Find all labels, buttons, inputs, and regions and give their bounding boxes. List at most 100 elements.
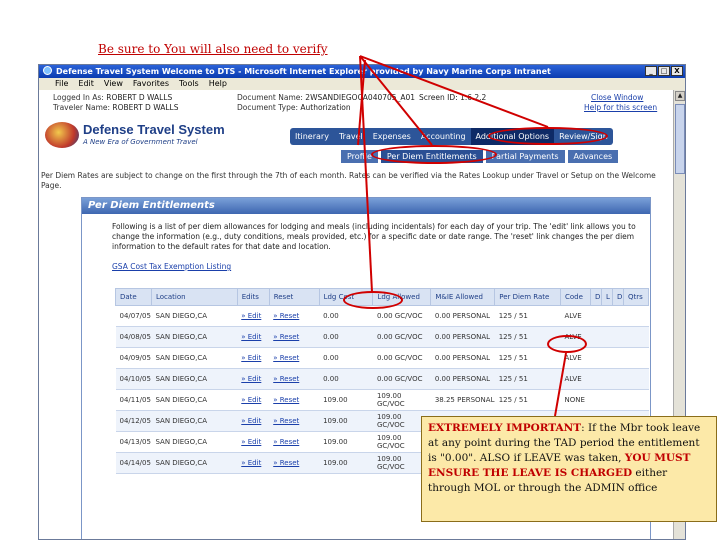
help-link[interactable]: Help for this screen — [584, 103, 657, 112]
cell-ldg-cost: 109.00 — [319, 431, 373, 453]
cell-d2[interactable] — [612, 305, 624, 327]
cell-date: 04/11/05 — [115, 389, 152, 411]
cell-qtrs[interactable] — [623, 389, 649, 411]
menu-help[interactable]: Help — [209, 78, 227, 90]
cell-d2[interactable] — [612, 326, 624, 348]
logo-subtitle: A New Era of Government Travel — [83, 138, 198, 146]
minimize-button[interactable]: _ — [645, 66, 657, 76]
cell-l[interactable] — [601, 389, 613, 411]
edit-link[interactable]: » Edit — [237, 347, 270, 369]
cell-d2[interactable] — [612, 389, 624, 411]
close-button[interactable]: X — [671, 66, 683, 76]
menu-tools[interactable]: Tools — [179, 78, 199, 90]
reset-link[interactable]: » Reset — [269, 326, 320, 348]
cell-d1[interactable] — [590, 368, 602, 390]
tab-accounting[interactable]: Accounting — [416, 128, 471, 145]
cell-d1[interactable] — [590, 389, 602, 411]
col-mie-allowed: M&IE Allowed — [430, 288, 496, 306]
reset-link[interactable]: » Reset — [269, 368, 320, 390]
highlight-ldg-allowed — [343, 291, 403, 309]
tab-expenses[interactable]: Expenses — [368, 128, 416, 145]
close-window-link[interactable]: Close Window — [591, 93, 643, 102]
reset-link[interactable]: » Reset — [269, 410, 320, 432]
cell-mie-allowed: 0.00 PERSONAL — [430, 368, 495, 390]
cell-per-diem-rate: 125 / 51 — [494, 305, 561, 327]
edit-link[interactable]: » Edit — [237, 431, 270, 453]
menu-file[interactable]: File — [55, 78, 68, 90]
tab-travel[interactable]: Travel — [334, 128, 368, 145]
cell-location: SAN DIEGO,CA — [151, 410, 238, 432]
document-name: Document Name: 2WSANDIEGOCA040705_A01 — [237, 93, 415, 102]
cell-ldg-cost: 0.00 — [319, 368, 373, 390]
cell-d1[interactable] — [590, 347, 602, 369]
cell-date: 04/07/05 — [115, 305, 152, 327]
subtab-partial-payments[interactable]: Partial Payments — [485, 150, 565, 163]
menu-bar: File Edit View Favorites Tools Help — [39, 78, 685, 90]
cell-qtrs[interactable] — [623, 368, 649, 390]
col-location: Location — [150, 288, 238, 306]
col-edits: Edits — [236, 288, 270, 306]
cell-l[interactable] — [601, 368, 613, 390]
cell-date: 04/09/05 — [115, 347, 152, 369]
cell-qtrs[interactable] — [623, 305, 649, 327]
cell-d2[interactable] — [612, 347, 624, 369]
reset-link[interactable]: » Reset — [269, 452, 320, 474]
callout-lead: EXTREMELY IMPORTANT — [428, 422, 582, 434]
edit-link[interactable]: » Edit — [237, 410, 270, 432]
cell-l[interactable] — [601, 326, 613, 348]
col-l: L — [600, 288, 613, 306]
edit-link[interactable]: » Edit — [237, 326, 270, 348]
cell-mie-allowed: 0.00 PERSONAL — [430, 305, 495, 327]
cell-date: 04/08/05 — [115, 326, 152, 348]
cell-d2[interactable] — [612, 368, 624, 390]
table-row: 04/10/05 SAN DIEGO,CA» Edit» Reset 0.00 0.0… — [115, 368, 649, 390]
panel-description: Following is a list of per diem allowanc… — [112, 222, 636, 251]
cell-code: ALVE — [560, 305, 591, 327]
panel-title: Per Diem Entitlements — [82, 198, 650, 214]
reset-link[interactable]: » Reset — [269, 305, 320, 327]
tab-itinerary[interactable]: Itinerary — [290, 128, 334, 145]
cell-l[interactable] — [601, 305, 613, 327]
menu-favorites[interactable]: Favorites — [133, 78, 169, 90]
cell-location: SAN DIEGO,CA — [151, 431, 238, 453]
cell-mie-allowed: 0.00 PERSONAL — [430, 347, 495, 369]
cell-ldg-cost: 0.00 — [319, 347, 373, 369]
cell-ldg-allowed: 0.00 GC/VOC — [372, 368, 431, 390]
logged-in-as: Logged In As: ROBERT D WALLS — [53, 93, 173, 102]
scroll-thumb[interactable] — [675, 104, 685, 174]
internet-explorer-icon — [43, 66, 52, 75]
cell-code: ALVE — [560, 368, 591, 390]
cell-mie-allowed: 0.00 PERSONAL — [430, 326, 495, 348]
cell-qtrs[interactable] — [623, 347, 649, 369]
subtab-advances[interactable]: Advances — [567, 150, 619, 163]
cell-qtrs[interactable] — [623, 326, 649, 348]
traveler-name: Traveler Name: ROBERT D WALLS — [53, 103, 179, 112]
menu-view[interactable]: View — [104, 78, 123, 90]
cell-location: SAN DIEGO,CA — [151, 305, 238, 327]
col-d1: D — [589, 288, 602, 306]
slide-caption: Be sure to You will also need to verify — [98, 42, 328, 56]
menu-edit[interactable]: Edit — [78, 78, 94, 90]
highlight-per-diem-tab — [371, 145, 497, 164]
cell-ldg-allowed: 0.00 GC/VOC — [372, 347, 431, 369]
scroll-up-arrow-icon[interactable]: ▲ — [675, 91, 685, 101]
cell-per-diem-rate: 125 / 51 — [494, 368, 561, 390]
reset-link[interactable]: » Reset — [269, 389, 320, 411]
cell-d1[interactable] — [590, 305, 602, 327]
col-per-diem-rate: Per Diem Rate — [494, 288, 562, 306]
cell-l[interactable] — [601, 347, 613, 369]
edit-link[interactable]: » Edit — [237, 389, 270, 411]
edit-link[interactable]: » Edit — [237, 305, 270, 327]
title-bar: Defense Travel System Welcome to DTS - M… — [39, 65, 685, 78]
reset-link[interactable]: » Reset — [269, 431, 320, 453]
edit-link[interactable]: » Edit — [237, 452, 270, 474]
dts-logo: Defense Travel System A New Era of Gover… — [45, 120, 243, 152]
cell-ldg-allowed: 0.00 GC/VOC — [372, 305, 431, 327]
edit-link[interactable]: » Edit — [237, 368, 270, 390]
reset-link[interactable]: » Reset — [269, 347, 320, 369]
window-controls: _ □ X — [645, 66, 683, 76]
maximize-button[interactable]: □ — [658, 66, 670, 76]
col-qtrs: Qtrs — [622, 288, 650, 306]
gsa-tax-exemption-link[interactable]: GSA Cost Tax Exemption Listing — [112, 262, 231, 271]
cell-d1[interactable] — [590, 326, 602, 348]
